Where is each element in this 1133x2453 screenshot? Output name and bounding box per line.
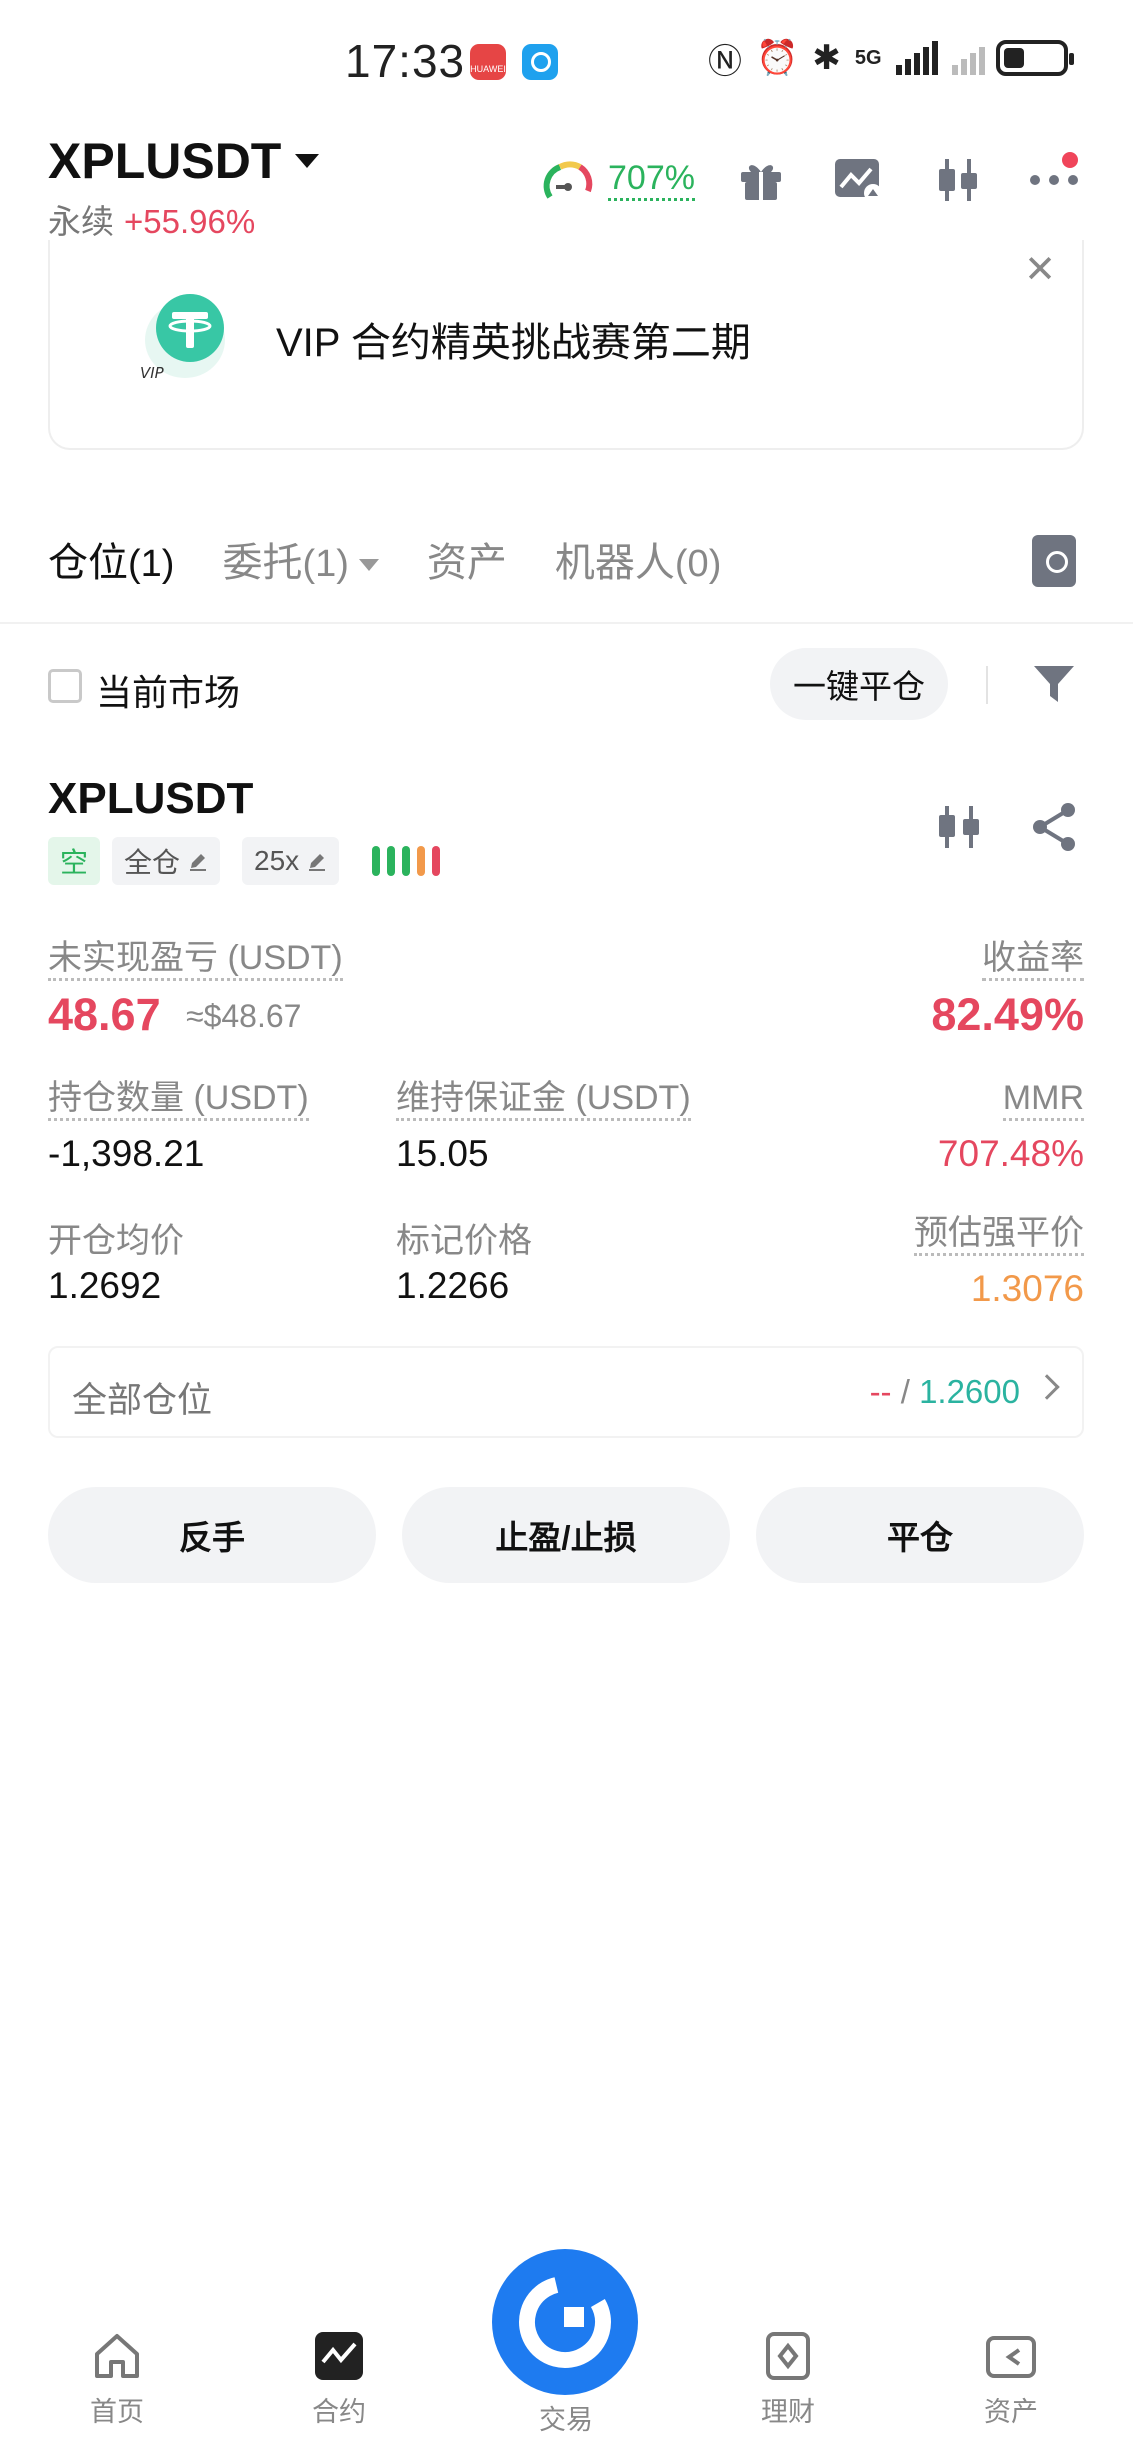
reverse-button[interactable]: 反手: [48, 1487, 376, 1583]
mark-price-value: 1.2266: [396, 1265, 510, 1306]
unrealized-pnl-label[interactable]: 未实现盈亏 (USDT): [48, 938, 343, 981]
nav-futures[interactable]: 合约: [279, 2330, 399, 2429]
side-tag: 空: [48, 837, 101, 885]
banner-text: VIP 合约精英挑战赛第二期: [276, 321, 751, 365]
close-icon[interactable]: ✕: [1022, 251, 1058, 289]
symbol-selector[interactable]: XPLUSDT: [48, 132, 320, 190]
home-icon: [95, 2334, 139, 2378]
notification-dot: [1062, 152, 1078, 168]
gift-icon[interactable]: [733, 152, 789, 208]
network-type-label: 5G: [854, 46, 882, 69]
liq-price-value: 1.3076: [970, 1268, 1084, 1309]
unrealized-pnl-value: 48.67: [48, 989, 161, 1040]
edit-icon: [190, 854, 207, 871]
tab-bar: 仓位(1) 委托(1) 资产 机器人(0): [48, 530, 721, 590]
nav-assets[interactable]: 资产: [951, 2330, 1071, 2429]
tether-vip-logo-icon: VIP: [140, 294, 225, 382]
roe-label[interactable]: 收益率: [982, 938, 1084, 981]
tpsl-button[interactable]: 止盈/止损: [402, 1487, 730, 1583]
divider: [986, 666, 988, 704]
maint-margin-value: 15.05: [396, 1133, 489, 1174]
nav-finance[interactable]: 理财: [728, 2330, 848, 2429]
signal-icon: [895, 41, 938, 75]
divider: [0, 622, 1133, 624]
tab-orders[interactable]: 委托(1): [222, 530, 379, 590]
finance-icon: [766, 2332, 810, 2380]
position-symbol[interactable]: XPLUSDT: [48, 774, 253, 824]
entry-price-label: 开仓均价: [48, 1222, 184, 1260]
all-positions-label: 全部仓位: [72, 1381, 213, 1420]
margin-mode-tag[interactable]: 全仓: [112, 837, 221, 885]
status-time: 17:33: [345, 35, 466, 87]
trade-label[interactable]: 交易: [516, 2398, 616, 2437]
candlestick-icon[interactable]: [930, 152, 986, 208]
tpsl-values: -- / 1.2600: [869, 1373, 1020, 1410]
current-market-label[interactable]: 当前市场: [96, 664, 240, 716]
position-size-label[interactable]: 持仓数量 (USDT): [48, 1078, 309, 1121]
take-profit-value: --: [869, 1373, 892, 1410]
position-size-value: -1,398.21: [48, 1133, 205, 1174]
edit-icon: [309, 854, 326, 871]
tab-bots[interactable]: 机器人(0): [555, 530, 721, 590]
symbol-title: XPLUSDT: [48, 133, 282, 189]
search-app-icon: [522, 44, 558, 80]
candlestick-icon[interactable]: [932, 800, 986, 854]
filter-icon[interactable]: [1030, 660, 1078, 708]
status-bar: 17:33 HUAWEI Ⓝ ⏰ ✱ 5G: [0, 0, 1133, 120]
promo-banner[interactable]: VIP VIP 合约精英挑战赛第二期 ✕: [48, 240, 1084, 450]
risk-gauge-icon[interactable]: [542, 157, 594, 209]
entry-price-value: 1.2692: [48, 1265, 162, 1306]
close-all-button[interactable]: 一键平仓: [770, 648, 948, 720]
mmr-value: 707.48%: [937, 1133, 1084, 1174]
maint-margin-label[interactable]: 维持保证金 (USDT): [396, 1078, 691, 1121]
contract-type: 永续: [48, 203, 114, 240]
current-market-checkbox[interactable]: [48, 669, 82, 703]
tab-positions[interactable]: 仓位(1): [48, 530, 174, 590]
futures-icon: [315, 2332, 363, 2380]
history-document-icon[interactable]: [1032, 535, 1076, 587]
stop-loss-value: 1.2600: [919, 1373, 1020, 1410]
chevron-right-icon: [1034, 1374, 1060, 1400]
unrealized-pnl-usd: ≈$48.67: [186, 998, 302, 1034]
risk-level-bars: [372, 846, 440, 876]
wallet-icon: [986, 2336, 1036, 2378]
system-icons: Ⓝ ⏰ ✱ 5G: [708, 36, 985, 81]
bluetooth-icon: ✱: [812, 39, 841, 77]
mark-price-label: 标记价格: [396, 1222, 532, 1260]
liq-price-label[interactable]: 预估强平价: [914, 1213, 1084, 1256]
close-position-button[interactable]: 平仓: [756, 1487, 1084, 1583]
signal-icon-secondary: [951, 41, 985, 75]
battery-icon: [996, 40, 1074, 76]
trade-logo-icon: [519, 2276, 611, 2368]
nav-home[interactable]: 首页: [57, 2330, 177, 2429]
alarm-icon: ⏰: [756, 39, 799, 77]
all-positions-tpsl-row[interactable]: 全部仓位 -- / 1.2600: [48, 1346, 1084, 1438]
svg-text:VIP: VIP: [140, 364, 165, 382]
symbol-subtitle: 永续 +55.96%: [48, 195, 255, 243]
huawei-app-icon: HUAWEI: [470, 44, 506, 80]
tab-assets[interactable]: 资产: [427, 530, 507, 590]
caret-down-icon: [358, 559, 379, 572]
price-change: +55.96%: [124, 203, 256, 240]
chart-share-icon[interactable]: [830, 152, 886, 208]
trade-button[interactable]: [492, 2249, 638, 2395]
share-icon[interactable]: [1028, 800, 1082, 854]
leverage-tag[interactable]: 25x: [242, 837, 340, 885]
mmr-label[interactable]: MMR: [1002, 1078, 1084, 1121]
risk-value[interactable]: 707%: [608, 158, 695, 201]
roe-value: 82.49%: [931, 989, 1084, 1040]
caret-down-icon: [295, 154, 320, 168]
nfc-icon: Ⓝ: [708, 42, 742, 81]
